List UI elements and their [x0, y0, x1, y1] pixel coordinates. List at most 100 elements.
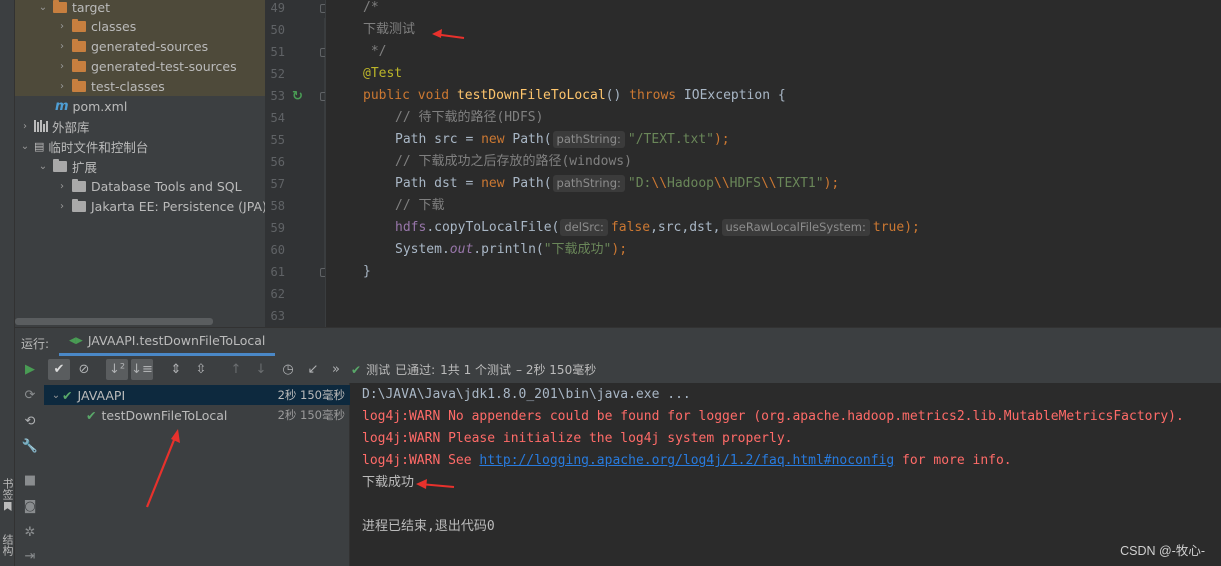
tree-item-classes[interactable]: › classes [56, 16, 136, 36]
chevron-down-icon[interactable]: ⌄ [19, 141, 31, 152]
line-number: 54 [270, 111, 285, 125]
bug-icon: ✲ [24, 524, 36, 540]
scratch-icon: ▤ [34, 139, 45, 153]
arrow-up-icon: ↑ [230, 362, 242, 377]
line-number: 59 [270, 221, 285, 235]
console-output[interactable]: D:\JAVA\Java\jdk1.8.0_201\bin\java.exe .… [350, 383, 1221, 566]
line-number: 51 [270, 45, 285, 59]
screenshot-button[interactable]: ◙ [20, 496, 40, 516]
code-line-56: // 下载成功之后存放的路径(windows) [395, 154, 632, 169]
chevron-down-icon[interactable]: ⌄ [37, 2, 49, 13]
rerun-failed-button[interactable]: ⟳ [20, 385, 40, 405]
editor-gutter: 49 50 51 52 53 54 55 56 57 58 59 60 61 6… [265, 0, 329, 327]
folder-icon [72, 198, 86, 212]
param-hint: pathString: [552, 175, 625, 192]
code-line-51: */ [363, 44, 387, 59]
chevron-right-icon[interactable]: › [56, 181, 68, 192]
rerun-button[interactable]: ▶ [20, 359, 40, 379]
console-line: 进程已结束,退出代码0 [362, 519, 495, 534]
run-test-gutter-icon[interactable]: ↻ [292, 89, 306, 104]
chevron-right-icon[interactable]: › [56, 61, 68, 72]
toggle-auto-test-button[interactable]: ⟲ [20, 411, 40, 431]
chevron-right-icon[interactable]: › [56, 201, 68, 212]
tree-item-database-tools[interactable]: › Database Tools and SQL [56, 176, 242, 196]
debug-button[interactable]: ✲ [20, 522, 40, 542]
line-number: 57 [270, 177, 285, 191]
chevron-right-icon[interactable]: › [56, 21, 68, 32]
bookmarks-tab[interactable]: 书签 [0, 478, 15, 511]
settings-button[interactable]: 🔧 [20, 436, 40, 456]
structure-tab[interactable]: 结构 [0, 534, 15, 556]
check-icon: ✔ [53, 362, 65, 377]
tree-item-test-classes[interactable]: › test-classes [56, 76, 165, 96]
tree-item-pom-xml[interactable]: m pom.xml [55, 96, 127, 116]
previous-failed-button[interactable]: ↑ [225, 359, 247, 380]
tree-item-generated-test-sources[interactable]: › generated-test-sources [56, 56, 237, 76]
expand-all-icon: ⇕ [170, 362, 182, 377]
tree-item-generated-sources[interactable]: › generated-sources [56, 36, 208, 56]
exit-button[interactable]: ⇥ [20, 546, 40, 566]
sort-alpha-button[interactable]: ↓² [106, 359, 128, 380]
code-line-59: hdfs.copyToLocalFile(delSrc: false,src,ds… [395, 219, 920, 236]
import-tests-button[interactable]: ↙ [302, 359, 324, 380]
play-icon: ▶ [25, 361, 35, 377]
tree-item-scratches[interactable]: ⌄ ▤ 临时文件和控制台 [19, 136, 149, 156]
code-line-55: Path src = new Path(pathString: "/TEXT.tx… [395, 131, 730, 148]
console-line: log4j:WARN Please initialize the log4j s… [362, 431, 793, 446]
line-number: 55 [270, 133, 285, 147]
tree-item-jakarta-ee[interactable]: › Jakarta EE: Persistence (JPA) [56, 196, 265, 216]
annotation-arrow [145, 429, 180, 508]
stop-icon: ■ [23, 472, 37, 488]
console-line: D:\JAVA\Java\jdk1.8.0_201\bin\java.exe .… [362, 387, 691, 402]
show-ignored-button[interactable]: ⊘ [73, 359, 95, 380]
chevron-right-icon[interactable]: › [56, 81, 68, 92]
annotation-arrow [432, 29, 465, 39]
chevron-right-icon[interactable]: › [19, 121, 31, 132]
bookmark-icon [3, 502, 12, 511]
structure-tab-label: 结构 [1, 534, 14, 556]
run-tab[interactable]: ◀▶ JAVAAPI.testDownFileToLocal [59, 328, 276, 356]
sort-duration-icon: ↓≡ [131, 362, 153, 377]
param-hint: useRawLocalFileSystem: [721, 219, 870, 236]
code-line-52: @Test [363, 66, 403, 81]
horizontal-scrollbar[interactable] [15, 318, 213, 325]
maven-icon: m [55, 98, 69, 114]
tree-item-target[interactable]: ⌄ target [37, 0, 110, 17]
test-suite-row[interactable]: ⌄ ✔ JAVAAPI 2秒 150毫秒 [50, 385, 350, 405]
folder-icon [72, 58, 86, 72]
collapse-all-icon: ⇳ [195, 362, 207, 377]
test-history-button[interactable]: ◷ [277, 359, 299, 380]
camera-icon: ◙ [23, 498, 37, 514]
log4j-faq-link[interactable]: http://logging.apache.org/log4j/1.2/faq.… [479, 453, 894, 468]
folder-icon [53, 158, 67, 172]
collapse-all-button[interactable]: ⇳ [190, 359, 212, 380]
tree-item-external-libraries[interactable]: › 外部库 [19, 116, 90, 136]
code-line-54: // 待下载的路径(HDFS) [395, 110, 544, 125]
code-line-53: public void testDownFileToLocal() throws… [363, 88, 786, 103]
code-line-49: /* [363, 0, 379, 15]
stop-button[interactable]: ■ [20, 470, 40, 490]
tree-item-extensions[interactable]: ⌄ 扩展 [37, 156, 97, 176]
passed-check-icon: ✔ [62, 387, 73, 403]
next-failed-button[interactable]: ↓ [250, 359, 272, 380]
double-chevron-icon: » [332, 362, 340, 377]
more-actions-button[interactable]: » [329, 359, 343, 380]
line-number: 56 [270, 155, 285, 169]
ban-icon: ⊘ [78, 362, 90, 377]
test-case-row[interactable]: ✔ testDownFileToLocal 2秒 150毫秒 [86, 405, 350, 425]
run-config-icon: ◀▶ [69, 335, 83, 346]
chevron-down-icon[interactable]: ⌄ [37, 161, 49, 172]
folder-icon [72, 78, 86, 92]
param-hint: pathString: [552, 131, 625, 148]
show-passed-button[interactable]: ✔ [48, 359, 70, 380]
chevron-right-icon[interactable]: › [56, 41, 68, 52]
expand-all-button[interactable]: ⇕ [165, 359, 187, 380]
auto-test-icon: ⟲ [24, 413, 36, 429]
project-tree: ⌄ target › classes › generated-sources › gen… [15, 0, 265, 327]
sort-duration-button[interactable]: ↓≡ [131, 359, 153, 380]
line-number: 60 [270, 243, 285, 257]
folder-icon [72, 38, 86, 52]
code-line-57: Path dst = new Path(pathString: "D:\\Hado… [395, 175, 840, 192]
chevron-down-icon[interactable]: ⌄ [50, 390, 62, 401]
code-editor[interactable]: /* 下载测试 */ @Test public void testDownFil… [325, 0, 1221, 327]
